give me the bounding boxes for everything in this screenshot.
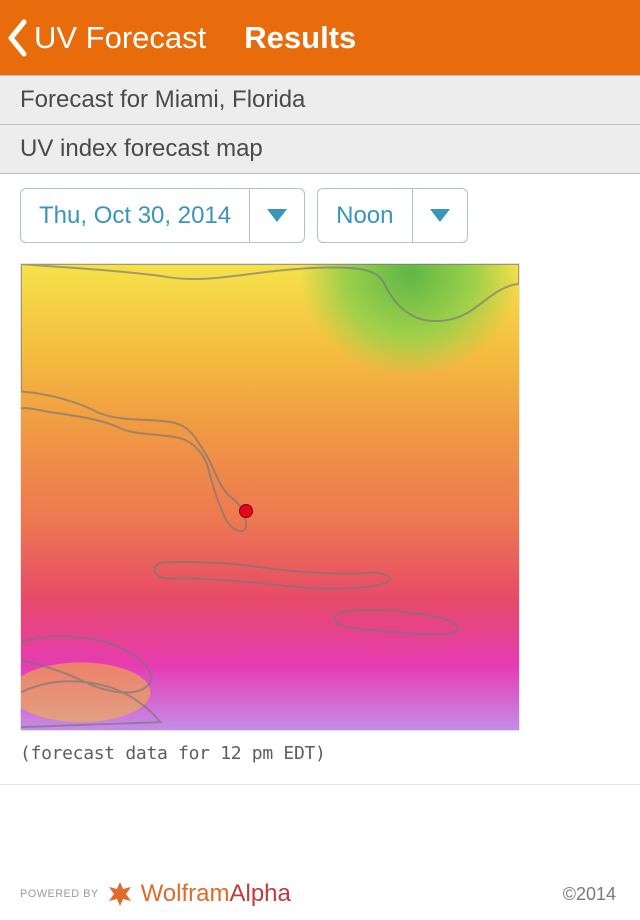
footer-attribution[interactable]: POWERED BY WolframAlpha: [20, 880, 291, 908]
back-label: UV Forecast: [34, 20, 206, 56]
wolfram-brand-text: WolframAlpha: [141, 880, 291, 908]
date-dropdown[interactable]: Thu, Oct 30, 2014: [20, 188, 305, 243]
time-dropdown-caret: [412, 189, 467, 242]
chevron-left-icon: [6, 19, 28, 57]
coastline-overlay: [21, 264, 519, 730]
wolfram-icon: [107, 881, 133, 907]
date-dropdown-caret: [249, 189, 304, 242]
footer: POWERED BY WolframAlpha ©2014: [0, 868, 640, 920]
back-button[interactable]: UV Forecast: [6, 19, 206, 57]
header-bar: UV Forecast Results: [0, 0, 640, 75]
time-dropdown[interactable]: Noon: [317, 188, 467, 243]
filter-controls: Thu, Oct 30, 2014 Noon: [0, 174, 640, 251]
section-forecast-map-label: UV index forecast map: [0, 125, 640, 174]
uv-forecast-map[interactable]: [20, 263, 520, 731]
location-marker: [239, 504, 253, 518]
triangle-down-icon: [430, 209, 450, 222]
map-caption: (forecast data for 12 pm EDT): [0, 737, 640, 766]
powered-by-label: POWERED BY: [20, 888, 99, 900]
triangle-down-icon: [267, 209, 287, 222]
map-container: [0, 251, 640, 737]
date-dropdown-label: Thu, Oct 30, 2014: [21, 189, 249, 242]
section-forecast-location: Forecast for Miami, Florida: [0, 75, 640, 125]
page-title: Results: [244, 20, 356, 56]
footer-divider: [0, 784, 640, 785]
copyright: ©2014: [563, 884, 616, 905]
time-dropdown-label: Noon: [318, 189, 411, 242]
